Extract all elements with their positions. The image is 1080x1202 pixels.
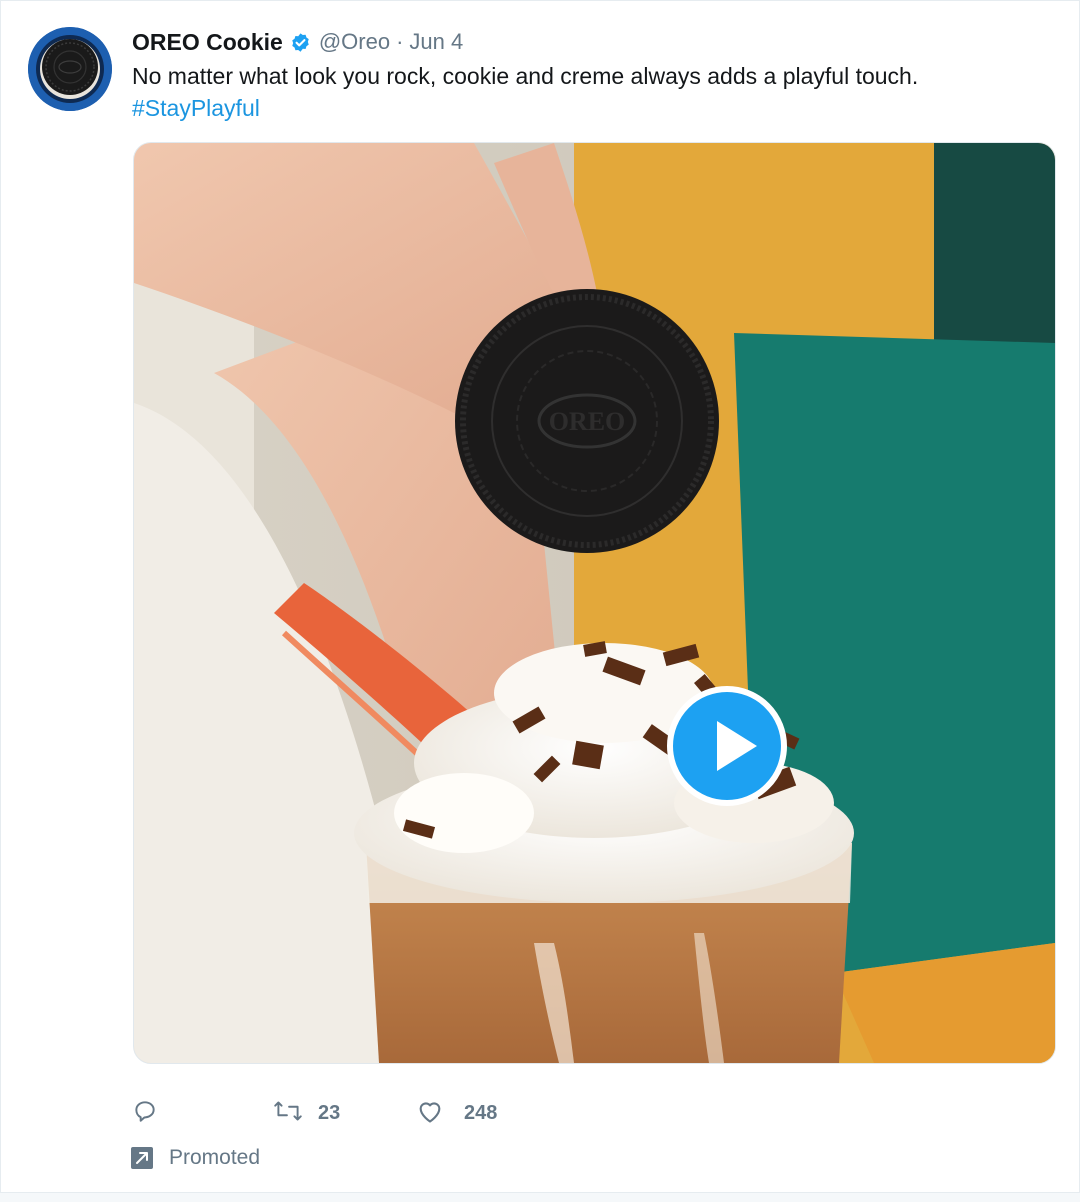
oreo-cookie-avatar-icon (28, 27, 112, 111)
promoted-label: Promoted (169, 1146, 261, 1169)
reply-button[interactable] (132, 1096, 158, 1130)
play-button[interactable] (667, 686, 787, 806)
author-handle[interactable]: @Oreo (319, 29, 390, 55)
cookie-embossed-text: OREO (549, 407, 626, 436)
video-frame-image: OREO (134, 143, 1055, 1063)
like-button[interactable]: 248 (416, 1096, 497, 1130)
video-thumbnail[interactable]: OREO (133, 142, 1056, 1064)
heart-icon (416, 1098, 444, 1129)
like-count: 248 (464, 1101, 498, 1124)
promoted-indicator[interactable]: Promoted (131, 1145, 260, 1171)
retweet-button[interactable]: 23 (272, 1096, 340, 1130)
tweet-text-line: No matter what look you rock, cookie and… (132, 63, 919, 89)
hashtag-link[interactable]: #StayPlayful (132, 92, 1062, 124)
tweet-actions: 23 248 (132, 1096, 632, 1130)
tweet-header: OREO Cookie @Oreo · Jun 4 (132, 26, 463, 58)
separator-dot: · (396, 29, 404, 54)
tweet-date[interactable]: Jun 4 (409, 29, 463, 55)
retweet-icon (272, 1098, 304, 1129)
promoted-arrow-icon (131, 1147, 153, 1169)
author-name[interactable]: OREO Cookie (132, 29, 283, 56)
verified-badge-icon (290, 32, 311, 53)
avatar[interactable] (28, 27, 112, 111)
reply-icon (132, 1098, 158, 1129)
retweet-count: 23 (318, 1101, 341, 1124)
tweet-text: No matter what look you rock, cookie and… (132, 60, 1062, 124)
